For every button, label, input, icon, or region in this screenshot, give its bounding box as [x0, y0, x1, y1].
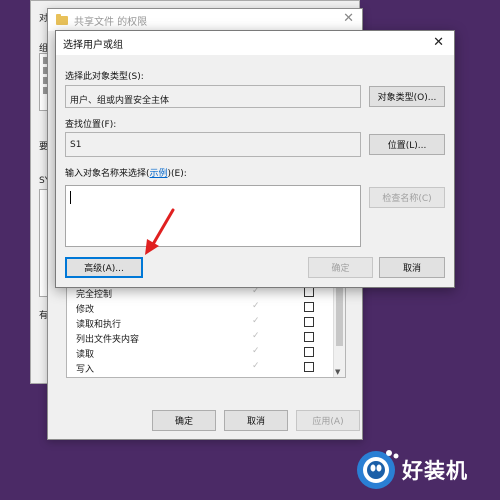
- logo-badge-icon: [357, 450, 399, 489]
- allow-checkbox[interactable]: ✓: [252, 332, 261, 341]
- object-names-label-start: 输入对象名称来选择(: [65, 169, 150, 179]
- select-dialog-title: 选择用户或组: [63, 39, 123, 51]
- scroll-down-icon[interactable]: ▼: [335, 368, 340, 376]
- location-field: S1: [65, 132, 361, 157]
- allow-checkbox[interactable]: ✓: [252, 317, 261, 326]
- locations-button[interactable]: 位置(L)...: [369, 134, 445, 155]
- object-names-input[interactable]: [65, 185, 361, 247]
- object-types-button[interactable]: 对象类型(O)...: [369, 86, 445, 107]
- allow-checkbox[interactable]: ✓: [252, 302, 261, 311]
- close-icon[interactable]: ✕: [343, 12, 354, 25]
- examples-link[interactable]: 示例: [150, 169, 168, 179]
- watermark-logo: 好装机: [352, 444, 492, 492]
- location-label: 查找位置(F):: [65, 120, 117, 130]
- advanced-button[interactable]: 高级(A)...: [65, 257, 143, 278]
- check-names-button[interactable]: 检查名称(C): [369, 187, 445, 208]
- permission-row: 修改 ✓: [67, 299, 345, 315]
- object-names-label: 输入对象名称来选择(示例)(E):: [65, 166, 187, 179]
- select-cancel-button[interactable]: 取消: [379, 257, 445, 278]
- deny-checkbox[interactable]: [304, 317, 314, 327]
- allow-checkbox[interactable]: ✓: [252, 287, 261, 296]
- annotation-arrow-icon: [145, 208, 175, 255]
- select-users-dialog: 选择用户或组 ✕ 选择此对象类型(S): 用户、组或内置安全主体 对象类型(O)…: [55, 30, 455, 288]
- text-caret: [70, 191, 71, 204]
- permissions-titlebar: 共享文件 的权限 ✕: [48, 9, 362, 31]
- object-type-field: 用户、组或内置安全主体: [65, 85, 361, 108]
- deny-checkbox[interactable]: [304, 302, 314, 312]
- select-dialog-titlebar: 选择用户或组 ✕: [56, 31, 454, 55]
- deny-checkbox[interactable]: [304, 362, 314, 372]
- select-ok-button[interactable]: 确定: [308, 257, 373, 278]
- permission-row: 写入 ✓: [67, 359, 345, 375]
- perm-apply-button[interactable]: 应用(A): [296, 410, 360, 431]
- deny-checkbox[interactable]: [304, 287, 314, 297]
- scroll-thumb[interactable]: [336, 286, 343, 346]
- object-names-label-end: )(E):: [167, 169, 187, 179]
- allow-checkbox[interactable]: ✓: [252, 362, 261, 371]
- permission-row: 读取和执行 ✓: [67, 314, 345, 330]
- permission-row: 读取 ✓: [67, 344, 345, 360]
- close-icon[interactable]: ✕: [433, 36, 444, 49]
- permission-scrollbar[interactable]: ▼: [333, 284, 345, 377]
- permission-name: 写入: [76, 365, 95, 375]
- permissions-title: 共享文件 的权限: [74, 16, 148, 28]
- deny-checkbox[interactable]: [304, 332, 314, 342]
- perm-cancel-button[interactable]: 取消: [224, 410, 288, 431]
- permission-row: 列出文件夹内容 ✓: [67, 329, 345, 345]
- deny-checkbox[interactable]: [304, 347, 314, 357]
- permission-list: 完全控制 ✓ 修改 ✓ 读取和执行 ✓ 列出文件夹内容 ✓ 读取 ✓ 写入 ✓: [66, 283, 346, 378]
- allow-checkbox[interactable]: ✓: [252, 347, 261, 356]
- object-type-label: 选择此对象类型(S):: [65, 72, 144, 82]
- folder-icon: [56, 13, 68, 25]
- logo-text: 好装机: [402, 459, 468, 483]
- perm-ok-button[interactable]: 确定: [152, 410, 216, 431]
